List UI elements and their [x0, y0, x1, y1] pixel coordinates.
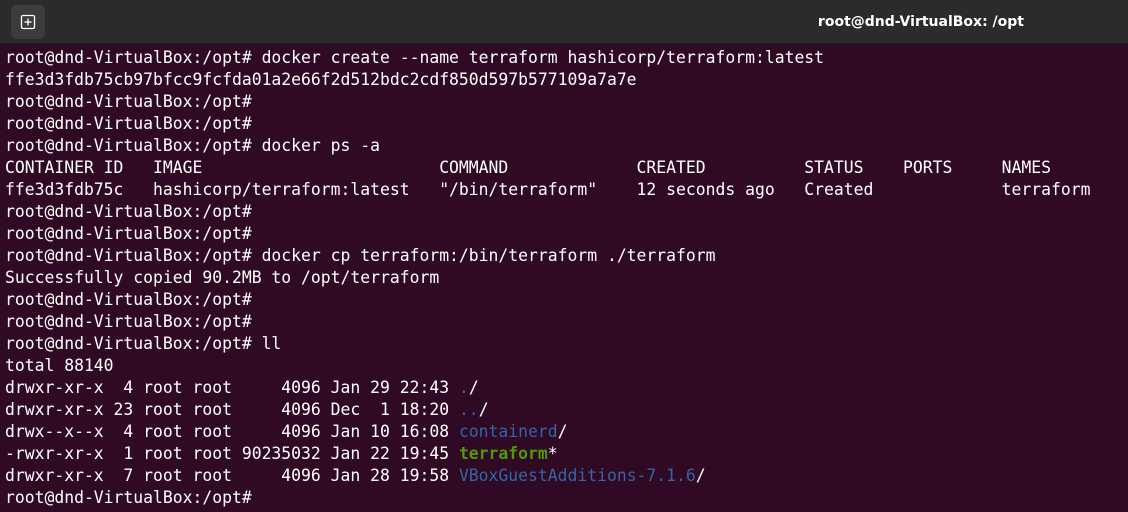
- prompt-line-text: root@dnd-VirtualBox:/opt#: [5, 488, 252, 507]
- terminal-window: root@dnd-VirtualBox: /opt root@dnd-Virtu…: [0, 0, 1128, 512]
- output-text: drwxr-xr-x 23 root root 4096 Dec 1 18:20: [5, 400, 459, 419]
- window-title: root@dnd-VirtualBox: /opt: [817, 14, 1024, 30]
- terminal-line: root@dnd-VirtualBox:/opt# docker cp terr…: [5, 245, 1125, 267]
- prompt-line-text: root@dnd-VirtualBox:/opt# docker ps -a: [5, 136, 380, 155]
- terminal-line: root@dnd-VirtualBox:/opt#: [5, 223, 1125, 245]
- terminal-line: root@dnd-VirtualBox:/opt# docker create …: [5, 47, 1125, 69]
- output-text: /: [557, 422, 568, 441]
- output-text: Successfully copied 90.2MB to /opt/terra…: [5, 268, 440, 287]
- directory-name: .: [458, 378, 469, 397]
- output-text: /: [478, 400, 489, 419]
- output-text: ffe3d3fdb75cb97bfcc9fcfda01a2e66f2d512bd…: [5, 70, 637, 89]
- terminal-line: -rwxr-xr-x 1 root root 90235032 Jan 22 1…: [5, 443, 1125, 465]
- output-text: drwx--x--x 4 root root 4096 Jan 10 16:08: [5, 422, 459, 441]
- prompt-line-text: root@dnd-VirtualBox:/opt#: [5, 290, 252, 309]
- output-text: CONTAINER ID IMAGE COMMAND CREATED STATU…: [5, 158, 1052, 177]
- directory-name: ..: [458, 400, 479, 419]
- title-bar: root@dnd-VirtualBox: /opt: [0, 0, 1128, 44]
- terminal-line: Successfully copied 90.2MB to /opt/terra…: [5, 267, 1125, 289]
- output-text: *: [547, 444, 558, 463]
- terminal-line: total 88140: [5, 355, 1125, 377]
- executable-name: terraform: [458, 444, 548, 463]
- prompt-line-text: root@dnd-VirtualBox:/opt# ll: [5, 334, 282, 353]
- terminal-line: root@dnd-VirtualBox:/opt#: [5, 91, 1125, 113]
- terminal-line: root@dnd-VirtualBox:/opt#: [5, 311, 1125, 333]
- terminal-line: root@dnd-VirtualBox:/opt# ll: [5, 333, 1125, 355]
- terminal-line: drwxr-xr-x 4 root root 4096 Jan 29 22:43…: [5, 377, 1125, 399]
- terminal-line: root@dnd-VirtualBox:/opt#: [5, 201, 1125, 223]
- prompt-line-text: root@dnd-VirtualBox:/opt#: [5, 224, 252, 243]
- new-tab-icon: [20, 14, 36, 30]
- directory-name: containerd: [458, 422, 558, 441]
- output-text: /: [468, 378, 479, 397]
- prompt-line-text: root@dnd-VirtualBox:/opt# docker create …: [5, 48, 825, 67]
- output-text: ffe3d3fdb75c hashicorp/terraform:latest …: [5, 180, 1091, 199]
- output-text: drwxr-xr-x 4 root root 4096 Jan 29 22:43: [5, 378, 459, 397]
- prompt-line-text: root@dnd-VirtualBox:/opt#: [5, 114, 252, 133]
- terminal-output[interactable]: root@dnd-VirtualBox:/opt# docker create …: [5, 47, 1125, 510]
- prompt-line-text: root@dnd-VirtualBox:/opt#: [5, 202, 252, 221]
- terminal-line: CONTAINER ID IMAGE COMMAND CREATED STATU…: [5, 157, 1125, 179]
- prompt-line-text: root@dnd-VirtualBox:/opt# docker cp terr…: [5, 246, 716, 265]
- output-text: drwxr-xr-x 7 root root 4096 Jan 28 19:58: [5, 466, 459, 485]
- directory-name: VBoxGuestAdditions-7.1.6: [458, 466, 696, 485]
- terminal-line: drwx--x--x 4 root root 4096 Jan 10 16:08…: [5, 421, 1125, 443]
- terminal-line: root@dnd-VirtualBox:/opt# docker ps -a: [5, 135, 1125, 157]
- terminal-line: root@dnd-VirtualBox:/opt#: [5, 113, 1125, 135]
- output-text: total 88140: [5, 356, 114, 375]
- terminal-line: drwxr-xr-x 7 root root 4096 Jan 28 19:58…: [5, 465, 1125, 487]
- terminal-line: ffe3d3fdb75c hashicorp/terraform:latest …: [5, 179, 1125, 201]
- terminal-line: ffe3d3fdb75cb97bfcc9fcfda01a2e66f2d512bd…: [5, 69, 1125, 91]
- terminal-line: drwxr-xr-x 23 root root 4096 Dec 1 18:20…: [5, 399, 1125, 421]
- prompt-line-text: root@dnd-VirtualBox:/opt#: [5, 312, 252, 331]
- output-text: /: [695, 466, 706, 485]
- output-text: -rwxr-xr-x 1 root root 90235032 Jan 22 1…: [5, 444, 459, 463]
- terminal-line: root@dnd-VirtualBox:/opt#: [5, 289, 1125, 311]
- terminal-line: root@dnd-VirtualBox:/opt#: [5, 487, 1125, 509]
- prompt-line-text: root@dnd-VirtualBox:/opt#: [5, 92, 252, 111]
- new-tab-button[interactable]: [11, 5, 45, 39]
